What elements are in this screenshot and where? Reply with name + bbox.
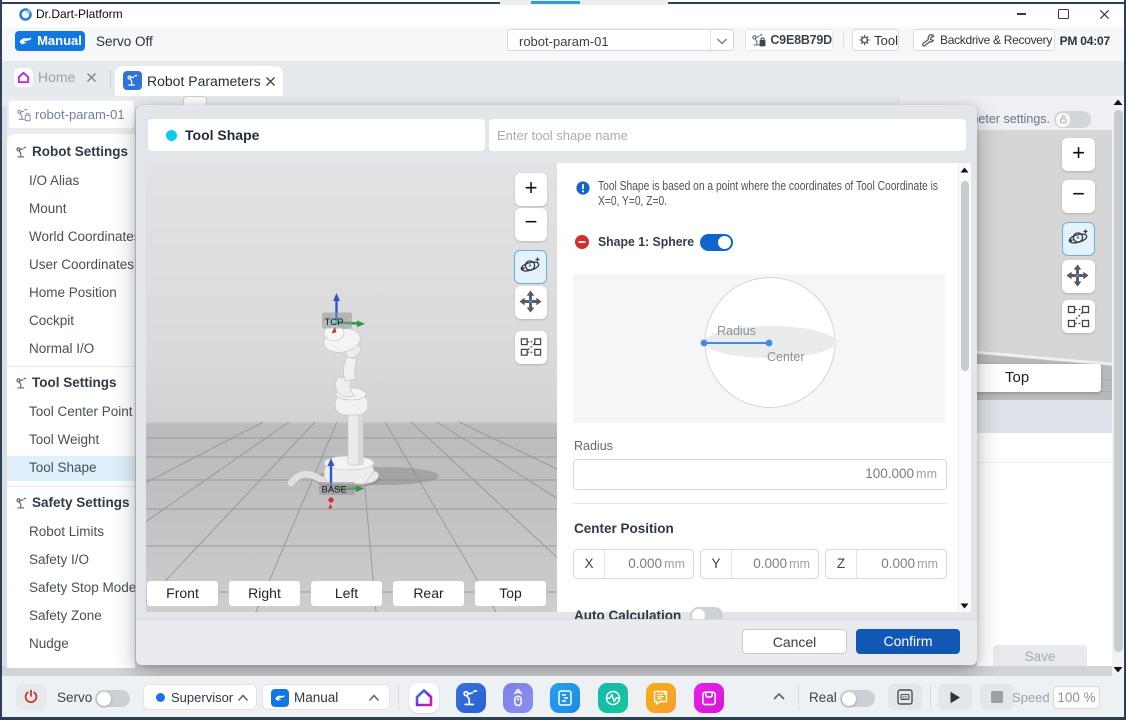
svg-text:3D: 3D (902, 695, 909, 700)
svg-text:BASE: BASE (322, 485, 347, 496)
svg-text:Radius: Radius (717, 324, 756, 338)
svg-text:TCP: TCP (325, 317, 344, 328)
svg-text:Center: Center (767, 350, 805, 364)
